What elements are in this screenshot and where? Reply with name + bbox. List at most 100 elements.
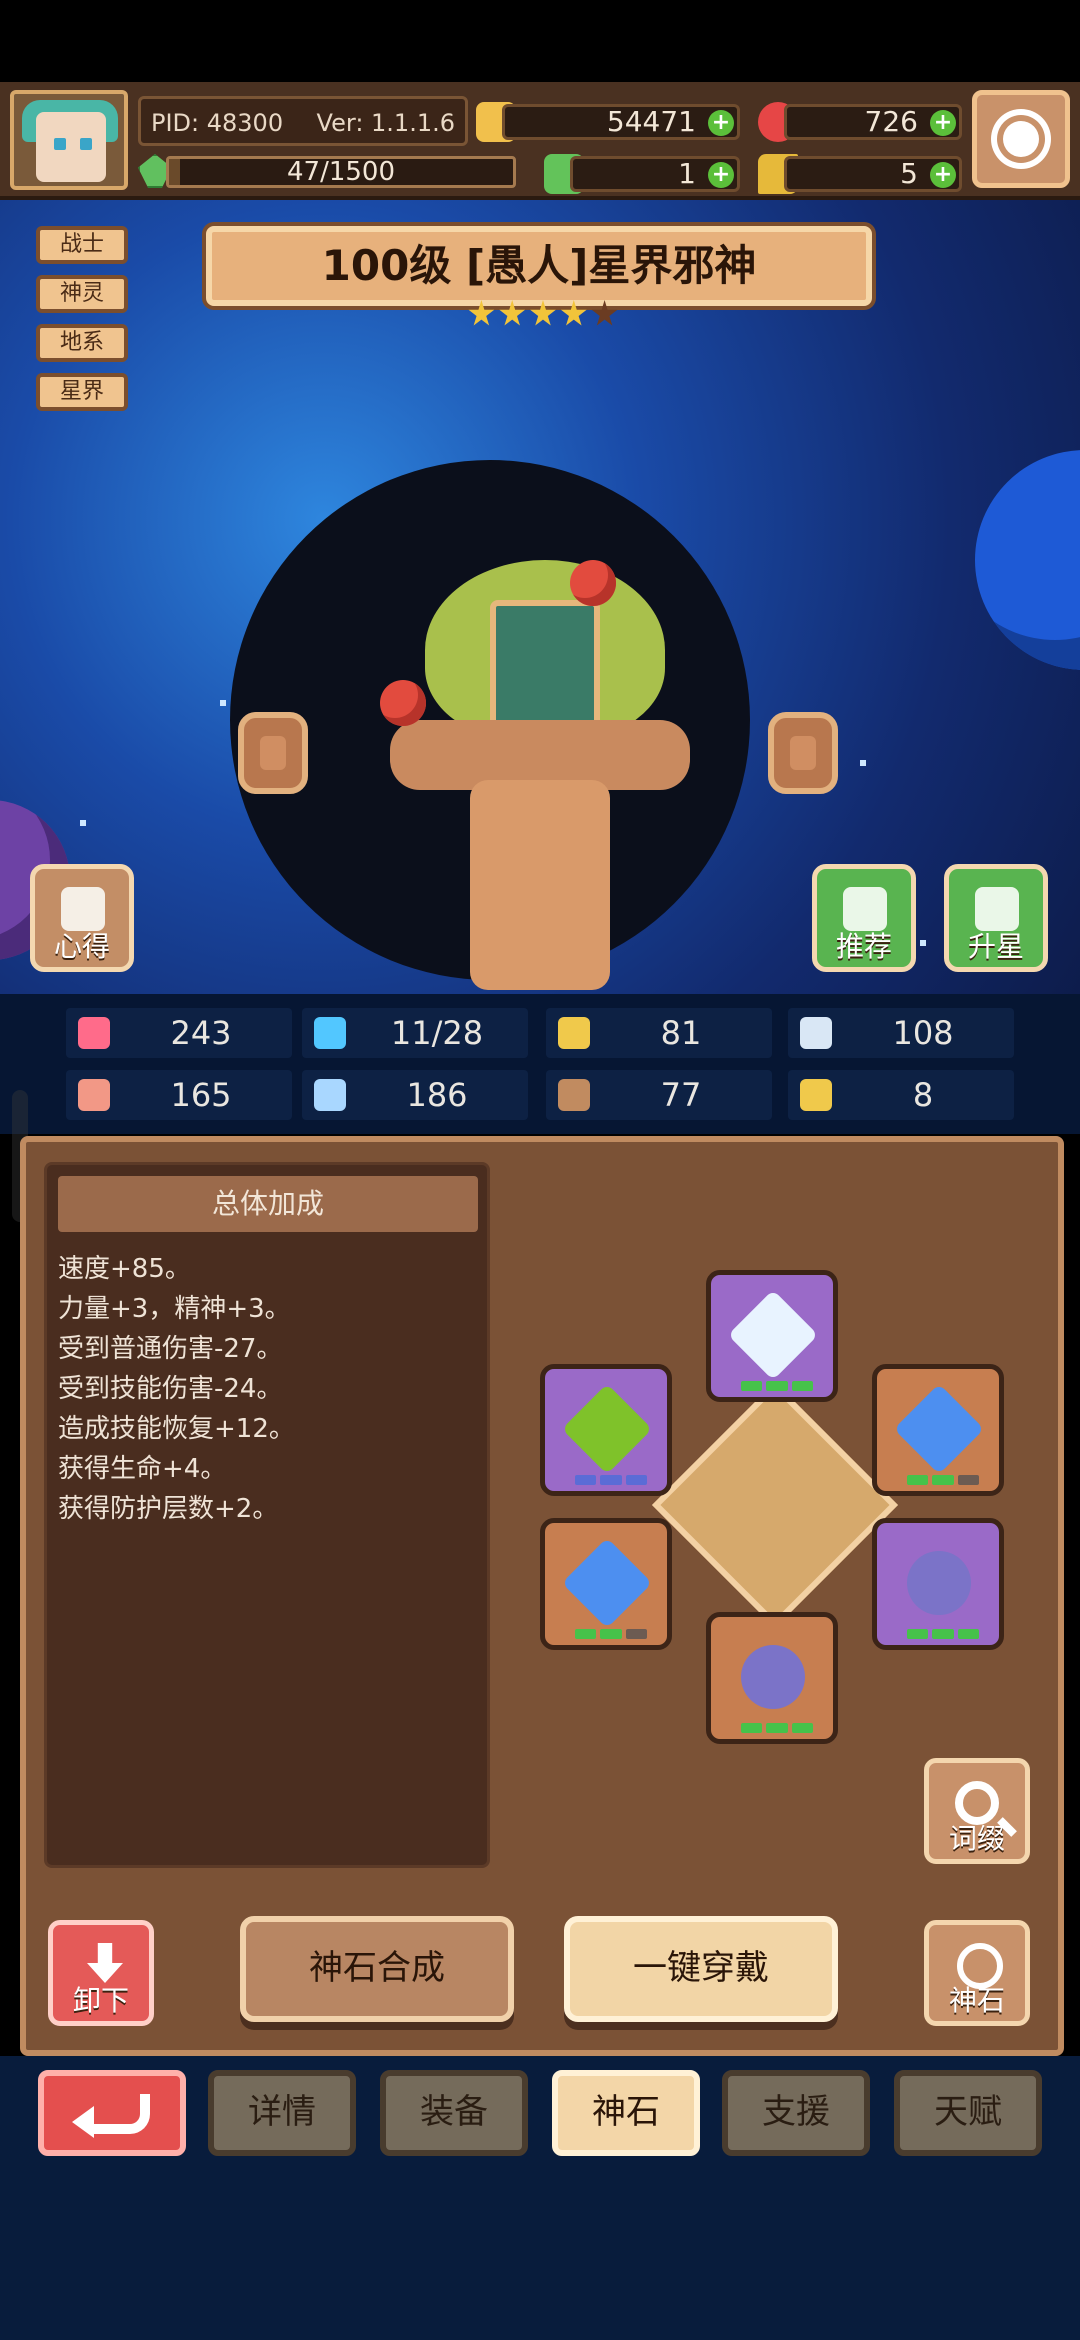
bonus-line: 受到技能伤害-24。 xyxy=(58,1374,283,1404)
settings-gear-icon[interactable] xyxy=(972,90,1070,188)
stat-value: 165 xyxy=(170,1076,232,1114)
ruby-value: 726 xyxy=(864,105,918,138)
notes-label: 心得 xyxy=(53,930,110,963)
recommend-button[interactable]: 推荐 xyxy=(812,864,916,972)
clover-resource: 1 + xyxy=(544,150,740,198)
tab-talent[interactable]: 天赋 xyxy=(894,2070,1042,2156)
star-sparkle xyxy=(920,940,926,946)
exp-track: 47/1500 xyxy=(166,156,516,188)
hero-orb-left xyxy=(380,680,426,726)
key-resource: 5 + xyxy=(758,150,962,198)
hero-title-banner: 100级 [愚人]星界邪神 xyxy=(206,226,872,306)
gold-add-button[interactable]: + xyxy=(708,110,734,136)
upgrade-star-button[interactable]: 升星 xyxy=(944,864,1048,972)
stat-health: 243 xyxy=(66,1008,292,1058)
tag-astral[interactable]: 星界 xyxy=(36,373,128,411)
hero-sprite xyxy=(380,560,690,990)
gem-slot-upper-left[interactable] xyxy=(540,1364,672,1496)
bonus-line: 获得防护层数+2。 xyxy=(58,1494,279,1524)
affix-button[interactable]: 词缀 xyxy=(924,1758,1030,1864)
hero-star-icon xyxy=(560,300,587,326)
tab-equipment[interactable]: 装备 xyxy=(380,2070,528,2156)
hero-star-icon xyxy=(468,300,495,326)
bonus-line: 受到普通伤害-27。 xyxy=(58,1334,283,1364)
fist-icon xyxy=(78,1079,110,1111)
avatar-eye-right xyxy=(80,138,92,150)
equip-all-button[interactable]: 一键穿戴 xyxy=(564,1916,838,2022)
stat-strength: 165 xyxy=(66,1070,292,1120)
stat-speed: 108 xyxy=(788,1008,1014,1058)
stat-spirit: 186 xyxy=(302,1070,528,1120)
affix-label: 词缀 xyxy=(948,1822,1005,1855)
tag-warrior[interactable]: 战士 xyxy=(36,226,128,264)
wing-icon xyxy=(800,1017,832,1049)
horseshoe-icon xyxy=(800,1079,832,1111)
star-sparkle xyxy=(80,820,86,826)
hero-torso xyxy=(470,780,610,990)
godstone-label: 神石 xyxy=(948,1984,1005,2017)
tab-godstone[interactable]: 神石 xyxy=(552,2070,700,2156)
bonus-line: 力量+3，精神+3。 xyxy=(58,1294,291,1324)
gem-slot-lower-left[interactable] xyxy=(540,1518,672,1650)
heart-icon xyxy=(78,1017,110,1049)
status-bar xyxy=(0,0,1080,82)
key-add-button[interactable]: + xyxy=(930,162,956,188)
tab-support[interactable]: 支援 xyxy=(722,2070,870,2156)
stat-value: 11/28 xyxy=(390,1014,484,1052)
ruby-resource: 726 + xyxy=(758,98,962,146)
back-button[interactable] xyxy=(38,2070,186,2156)
key-value: 5 xyxy=(900,157,918,190)
exp-text: 47/1500 xyxy=(286,157,395,187)
gold-resource: 54471 + xyxy=(476,98,740,146)
tab-details[interactable]: 详情 xyxy=(208,2070,356,2156)
version-text: Ver: 1.1.1.6 xyxy=(316,109,455,137)
player-avatar[interactable] xyxy=(10,90,128,190)
equip-all-label: 一键穿戴 xyxy=(633,1948,769,1988)
bonus-line: 速度+85。 xyxy=(58,1254,191,1284)
tag-earth[interactable]: 地系 xyxy=(36,324,128,362)
avatar-eye-left xyxy=(54,138,66,150)
emerald-gem-icon xyxy=(561,1383,653,1475)
ruby-add-button[interactable]: + xyxy=(930,110,956,136)
stat-value: 81 xyxy=(660,1014,702,1052)
tag-deity[interactable]: 神灵 xyxy=(36,275,128,313)
next-hero-button[interactable] xyxy=(768,712,838,794)
synthesize-button[interactable]: 神石合成 xyxy=(240,1916,514,2022)
clover-value: 1 xyxy=(678,157,696,190)
hero-star-icon xyxy=(499,300,526,326)
gem-slot-upper-right[interactable] xyxy=(872,1364,1004,1496)
diamond-gem-icon xyxy=(727,1289,819,1381)
hero-stars xyxy=(468,300,618,332)
pid-panel: PID: 48300 Ver: 1.1.1.6 xyxy=(138,96,468,146)
gem-slot-bottom[interactable] xyxy=(706,1612,838,1744)
shield-icon xyxy=(558,1017,590,1049)
hero-star-icon xyxy=(591,300,618,326)
sapphire-gem-icon xyxy=(893,1383,985,1475)
avatar-face xyxy=(36,112,106,182)
stat-value: 186 xyxy=(406,1076,468,1114)
bonus-line: 获得生命+4。 xyxy=(58,1454,227,1484)
drop-icon xyxy=(314,1017,346,1049)
planet-right xyxy=(975,450,1080,670)
bonus-title: 总体加成 xyxy=(58,1176,478,1232)
stat-mana: 11/28 xyxy=(302,1008,528,1058)
gem-slot-top[interactable] xyxy=(706,1270,838,1402)
hero-star-icon xyxy=(530,300,556,326)
sapphire-gem-icon xyxy=(561,1537,653,1629)
pearl-gem-icon xyxy=(741,1645,805,1709)
godstone-button[interactable]: 神石 xyxy=(924,1920,1030,2026)
synthesize-label: 神石合成 xyxy=(309,1948,445,1988)
star-sparkle xyxy=(860,760,866,766)
hero-orb-top xyxy=(570,560,616,606)
previous-hero-button[interactable] xyxy=(238,712,308,794)
stat-value: 243 xyxy=(170,1014,232,1052)
unequip-label: 卸下 xyxy=(72,1984,129,2017)
down-arrow-icon xyxy=(87,1943,123,1983)
unequip-button[interactable]: 卸下 xyxy=(48,1920,154,2026)
pearl-gem-icon xyxy=(907,1551,971,1615)
notes-button[interactable]: 心得 xyxy=(30,864,134,972)
star-sparkle xyxy=(220,700,226,706)
gem-slot-lower-right[interactable] xyxy=(872,1518,1004,1650)
recommend-label: 推荐 xyxy=(835,930,892,963)
clover-add-button[interactable]: + xyxy=(708,162,734,188)
